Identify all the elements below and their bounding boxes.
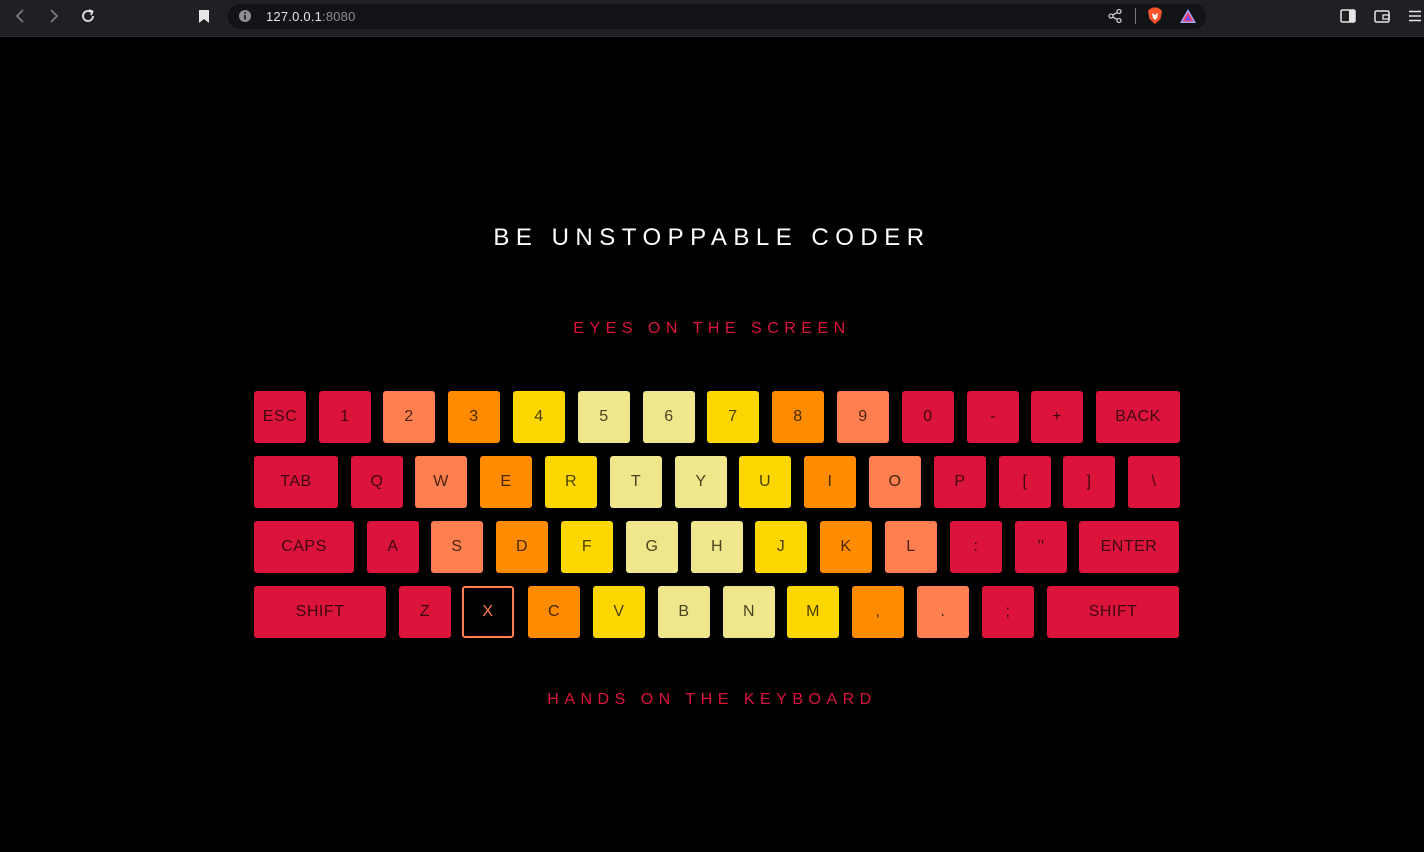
key-5[interactable]: 5 bbox=[578, 391, 630, 443]
key-3[interactable]: 3 bbox=[448, 391, 500, 443]
address-bar[interactable] bbox=[228, 4, 1206, 29]
key-e[interactable]: E bbox=[480, 456, 532, 508]
key-1[interactable]: 1 bbox=[319, 391, 371, 443]
key-sym11[interactable]: [ bbox=[999, 456, 1051, 508]
key-t[interactable]: T bbox=[610, 456, 662, 508]
reload-icon[interactable] bbox=[76, 4, 100, 28]
key-m[interactable]: M bbox=[787, 586, 839, 638]
brave-rewards-icon[interactable] bbox=[1176, 4, 1200, 28]
key-q[interactable]: Q bbox=[351, 456, 403, 508]
key-b[interactable]: B bbox=[658, 586, 710, 638]
key-h[interactable]: H bbox=[691, 521, 743, 573]
key-sym10[interactable]: : bbox=[950, 521, 1002, 573]
key-x[interactable]: X bbox=[462, 586, 514, 638]
bookmark-icon[interactable] bbox=[192, 4, 216, 28]
key-sym10[interactable]: ; bbox=[982, 586, 1034, 638]
toolbar-divider bbox=[1135, 8, 1136, 24]
key-sym11[interactable]: - bbox=[967, 391, 1019, 443]
key-caps[interactable]: CAPS bbox=[254, 521, 354, 573]
key-z[interactable]: Z bbox=[399, 586, 451, 638]
key-9[interactable]: 9 bbox=[837, 391, 889, 443]
menu-icon[interactable] bbox=[1403, 4, 1424, 28]
key-j[interactable]: J bbox=[755, 521, 807, 573]
key-l[interactable]: L bbox=[885, 521, 937, 573]
forward-icon[interactable] bbox=[42, 4, 66, 28]
key-n[interactable]: N bbox=[723, 586, 775, 638]
key-sym12[interactable]: ] bbox=[1063, 456, 1115, 508]
key-0[interactable]: 0 bbox=[902, 391, 954, 443]
site-info-icon[interactable] bbox=[233, 4, 257, 28]
sidebar-icon[interactable] bbox=[1336, 4, 1360, 28]
key-enter[interactable]: ENTER bbox=[1079, 521, 1179, 573]
url-text[interactable]: 127.0.0.1:8080 bbox=[266, 9, 356, 24]
back-icon[interactable] bbox=[8, 4, 32, 28]
brave-shields-icon[interactable] bbox=[1143, 4, 1167, 28]
subtitle-hands: HANDS ON THE KEYBOARD bbox=[547, 691, 877, 708]
key-sym8[interactable]: , bbox=[852, 586, 904, 638]
key-shift-right[interactable]: SHIFT bbox=[1047, 586, 1179, 638]
key-2[interactable]: 2 bbox=[383, 391, 435, 443]
key-v[interactable]: V bbox=[593, 586, 645, 638]
key-sym12[interactable]: + bbox=[1031, 391, 1083, 443]
page-title: BE UNSTOPPABLE CODER bbox=[493, 224, 931, 251]
key-w[interactable]: W bbox=[415, 456, 467, 508]
wallet-icon[interactable] bbox=[1370, 4, 1394, 28]
key-sym13[interactable]: \ bbox=[1128, 456, 1180, 508]
key-r[interactable]: R bbox=[545, 456, 597, 508]
url-port: :8080 bbox=[322, 9, 356, 24]
share-icon[interactable] bbox=[1103, 4, 1127, 28]
key-7[interactable]: 7 bbox=[707, 391, 759, 443]
browser-toolbar: 127.0.0.1:8080 bbox=[0, 0, 1424, 37]
key-y[interactable]: Y bbox=[675, 456, 727, 508]
key-c[interactable]: C bbox=[528, 586, 580, 638]
subtitle-eyes: EYES ON THE SCREEN bbox=[573, 320, 851, 337]
key-sym9[interactable]: . bbox=[917, 586, 969, 638]
key-6[interactable]: 6 bbox=[643, 391, 695, 443]
key-u[interactable]: U bbox=[739, 456, 791, 508]
key-s[interactable]: S bbox=[431, 521, 483, 573]
key-shift-left[interactable]: SHIFT bbox=[254, 586, 386, 638]
key-k[interactable]: K bbox=[820, 521, 872, 573]
url-host: 127.0.0.1 bbox=[266, 9, 323, 24]
key-esc[interactable]: ESC bbox=[254, 391, 306, 443]
key-i[interactable]: I bbox=[804, 456, 856, 508]
key-g[interactable]: G bbox=[626, 521, 678, 573]
key-tab[interactable]: TAB bbox=[254, 456, 338, 508]
key-d[interactable]: D bbox=[496, 521, 548, 573]
key-8[interactable]: 8 bbox=[772, 391, 824, 443]
key-4[interactable]: 4 bbox=[513, 391, 565, 443]
key-p[interactable]: P bbox=[934, 456, 986, 508]
key-f[interactable]: F bbox=[561, 521, 613, 573]
key-a[interactable]: A bbox=[367, 521, 419, 573]
key-sym11[interactable]: '' bbox=[1015, 521, 1067, 573]
key-o[interactable]: O bbox=[869, 456, 921, 508]
key-back[interactable]: BACK bbox=[1096, 391, 1180, 443]
